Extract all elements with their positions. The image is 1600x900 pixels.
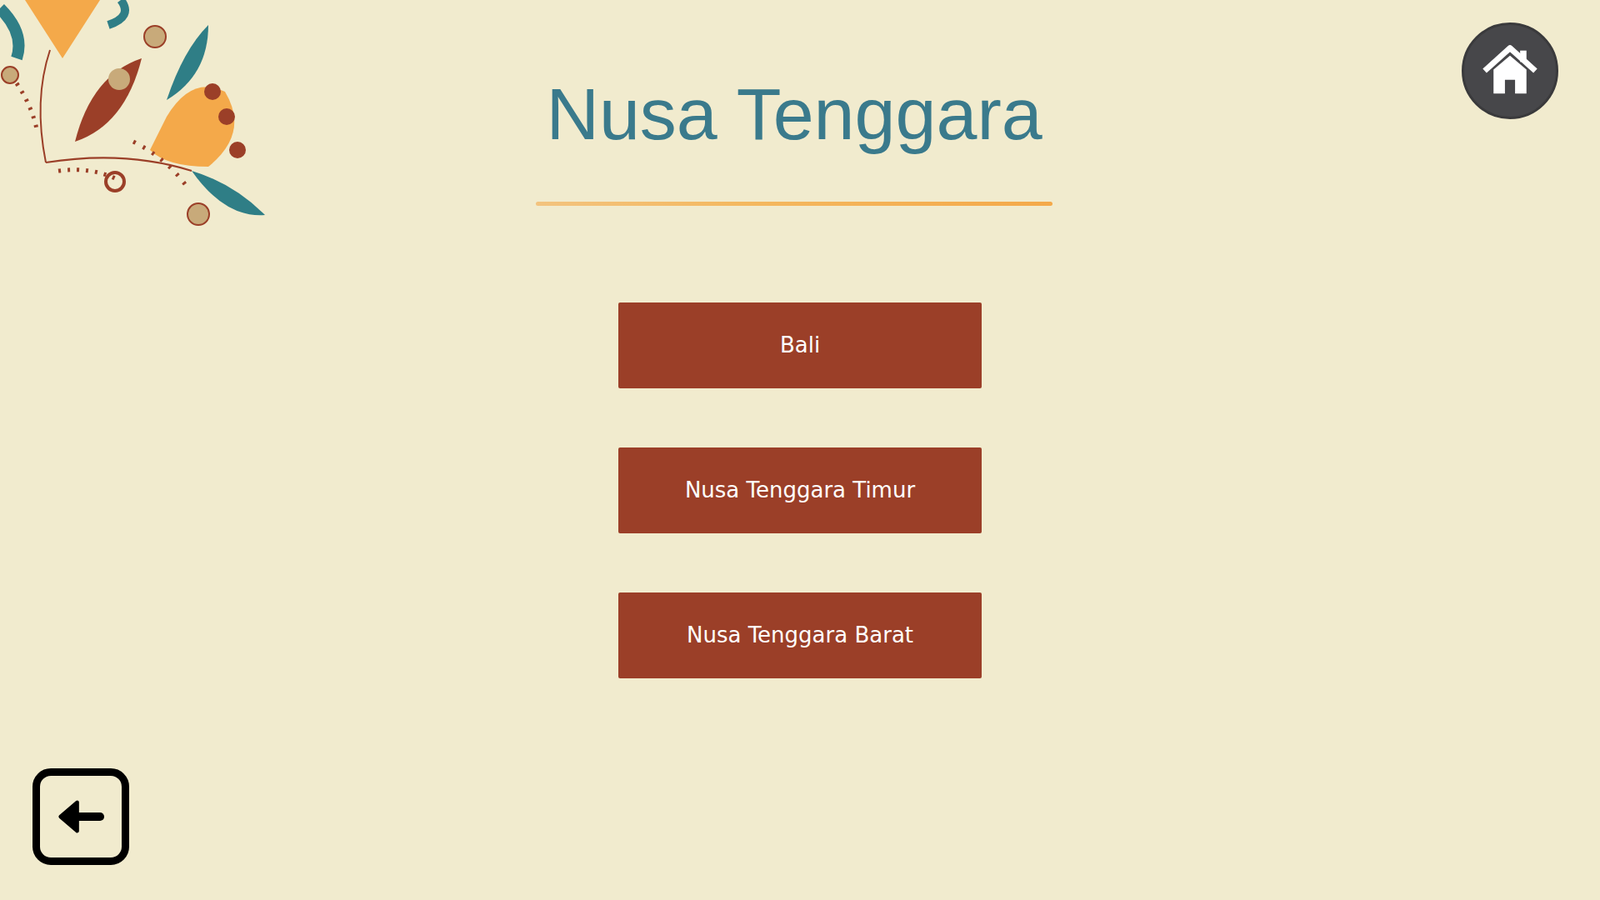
title-underline — [535, 201, 1053, 206]
region-button[interactable]: Nusa Tenggara Timur — [618, 447, 982, 534]
floral-ornament-icon — [0, 0, 267, 234]
region-button[interactable]: Bali — [618, 302, 982, 389]
region-screen: Nusa Tenggara Bali Nusa Tenggara Timur Nusa… — [0, 0, 1600, 900]
region-menu: Nusa Tenggara Bali Nusa Tenggara Timur Nusa… — [0, 0, 1600, 679]
house-icon — [1478, 39, 1542, 103]
page-title: Nusa Tenggara — [545, 70, 1042, 159]
region-button[interactable]: Nusa Tenggara Barat — [618, 592, 982, 679]
arrow-left-icon — [50, 786, 111, 847]
home-button[interactable] — [1461, 22, 1559, 120]
region-list: Bali Nusa Tenggara Timur Nusa Tenggara Bar… — [618, 302, 982, 679]
back-button[interactable] — [32, 768, 130, 865]
